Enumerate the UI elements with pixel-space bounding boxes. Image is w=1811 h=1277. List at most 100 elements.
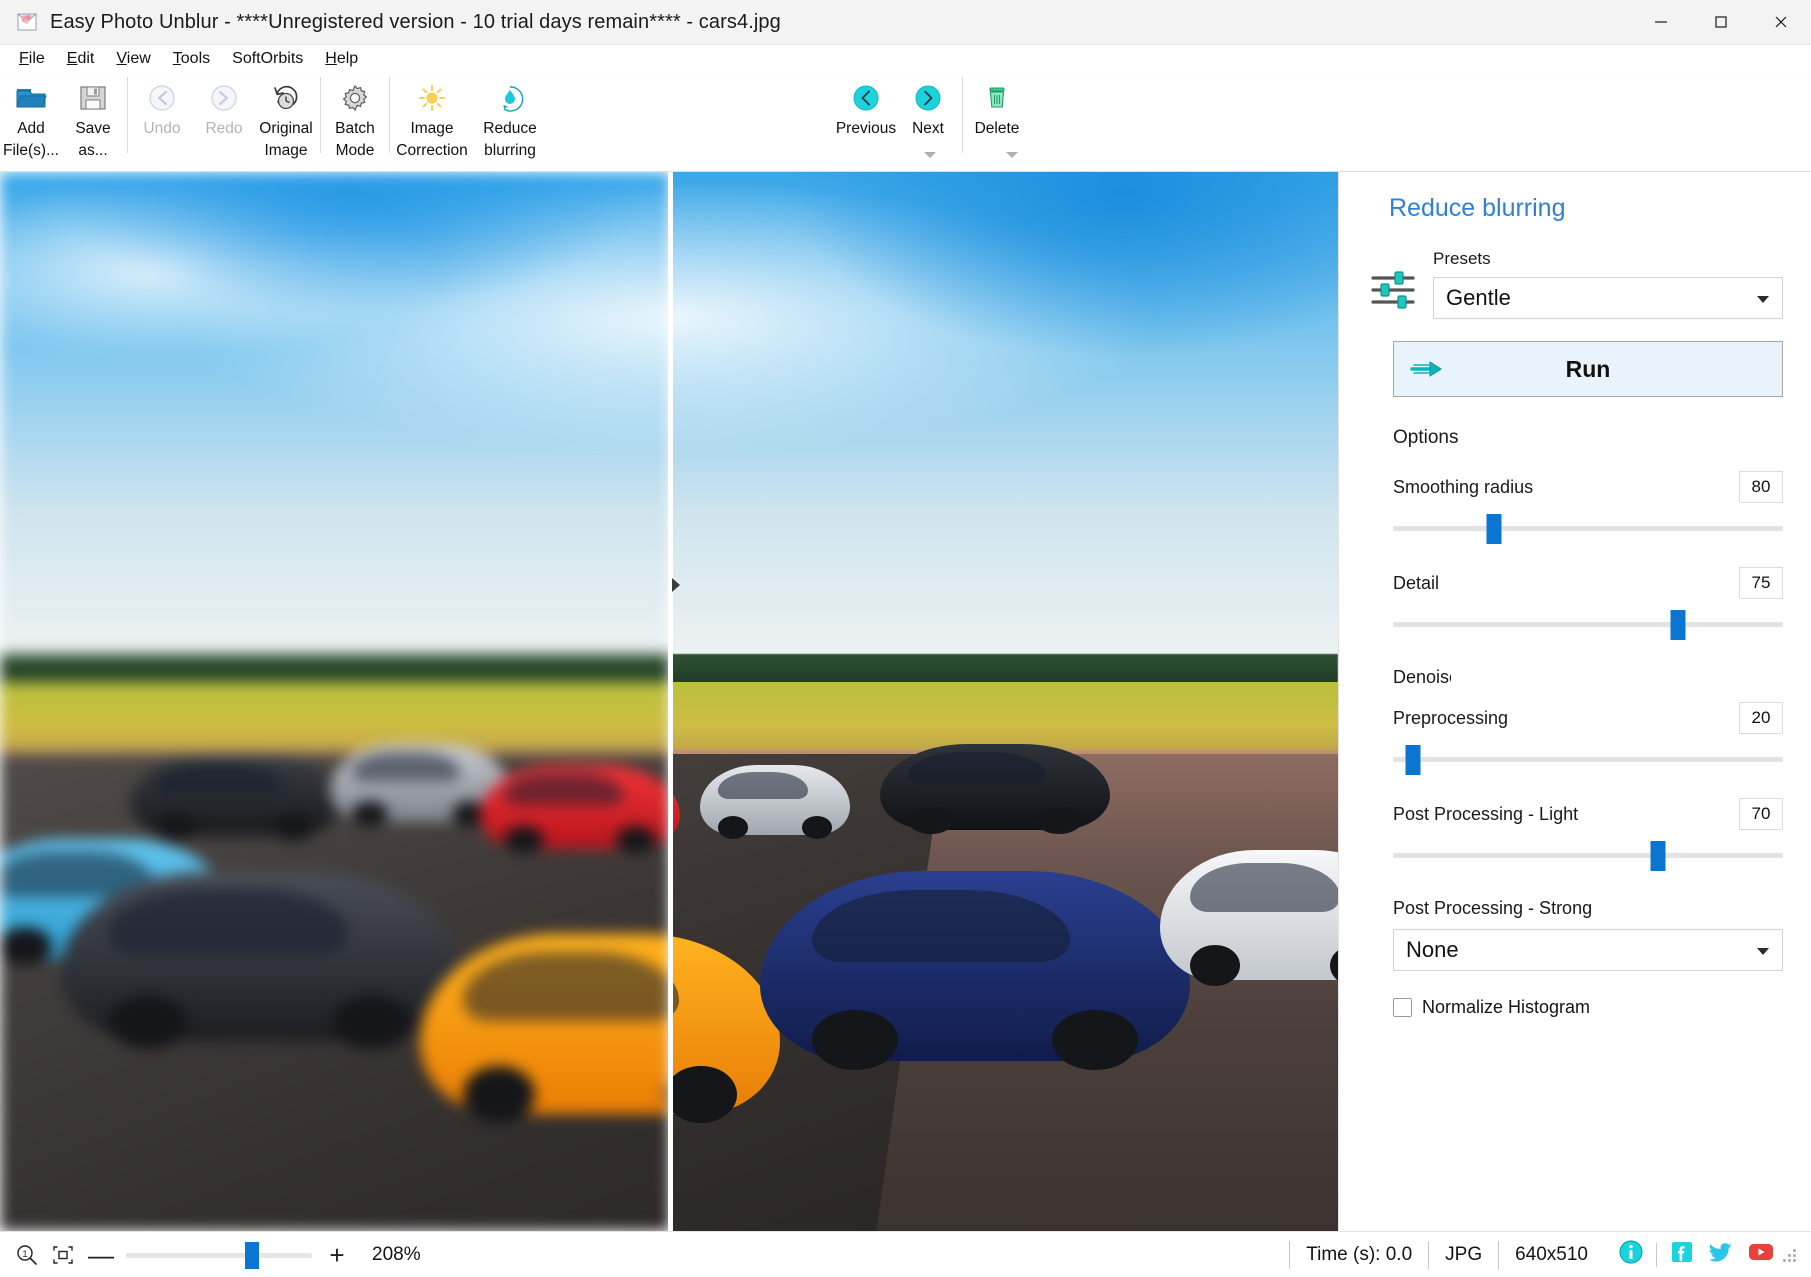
- toolbar-group-navigation: Previous Next: [835, 73, 1028, 163]
- next-circle-icon: [908, 81, 948, 115]
- option-smoothing-radius: Smoothing radius 80: [1393, 471, 1783, 545]
- toolbar-group-batch: Batch Mode: [324, 73, 386, 163]
- undo-arrow-icon: [142, 81, 182, 115]
- post-light-slider[interactable]: [1393, 838, 1783, 872]
- post-light-label: Post Processing - Light: [1393, 804, 1739, 825]
- status-bar: 1 — + 208% Time (s): 0.0 JPG 640x510: [0, 1231, 1811, 1277]
- info-icon[interactable]: [1618, 1239, 1644, 1270]
- add-files-button[interactable]: Add File(s)...: [0, 73, 62, 163]
- preprocessing-slider[interactable]: [1393, 742, 1783, 776]
- slider-rail: [1393, 622, 1783, 627]
- minimize-button[interactable]: [1631, 0, 1691, 45]
- slider-thumb[interactable]: [1487, 514, 1502, 544]
- window-title: Easy Photo Unblur - ****Unregistered ver…: [50, 11, 781, 34]
- image-viewer[interactable]: [0, 172, 1338, 1231]
- menu-edit[interactable]: Edit: [56, 47, 106, 71]
- zoom-in-button[interactable]: +: [320, 1240, 354, 1270]
- fit-to-window-icon[interactable]: [48, 1241, 78, 1269]
- sliders-preset-icon: [1367, 264, 1419, 316]
- preprocessing-value[interactable]: 20: [1739, 702, 1783, 734]
- toolbar-overflow-chevron-right[interactable]: [1005, 149, 1019, 161]
- toolbar-group-tools: Image Correction Reduce blurring: [393, 73, 549, 163]
- original-image-button[interactable]: Original Image: [255, 73, 317, 163]
- smoothing-radius-head: Smoothing radius 80: [1393, 471, 1783, 503]
- post-strong-value: None: [1406, 937, 1459, 963]
- zoom-out-button[interactable]: —: [84, 1240, 118, 1270]
- resize-grip[interactable]: [1783, 1247, 1799, 1263]
- photo-result: [672, 172, 1338, 1231]
- presets-label: Presets: [1433, 249, 1783, 269]
- menu-help[interactable]: Help: [314, 47, 369, 71]
- maximize-button[interactable]: [1691, 0, 1751, 45]
- save-as-button[interactable]: Save as...: [62, 73, 124, 163]
- preprocessing-label: Preprocessing: [1393, 708, 1739, 729]
- reduce-blurring-button[interactable]: Reduce blurring: [471, 73, 549, 163]
- menu-softorbits[interactable]: SoftOrbits: [221, 47, 314, 71]
- toolbar-group-file: Add File(s)... Save as...: [0, 73, 124, 163]
- before-after-splitter[interactable]: [668, 172, 673, 1231]
- menu-view[interactable]: View: [105, 47, 161, 71]
- smoothing-radius-slider[interactable]: [1393, 511, 1783, 545]
- post-light-head: Post Processing - Light 70: [1393, 798, 1783, 830]
- image-correction-button[interactable]: Image Correction: [393, 73, 471, 163]
- normalize-histogram-checkbox[interactable]: [1393, 998, 1412, 1017]
- close-button[interactable]: [1751, 0, 1811, 45]
- facebook-icon[interactable]: [1669, 1239, 1695, 1270]
- presets-select[interactable]: Gentle: [1433, 277, 1783, 319]
- unblurred-result-preview: [672, 172, 1338, 1231]
- gear-icon: [335, 81, 375, 115]
- zoom-slider-rail: [126, 1253, 312, 1258]
- smoothing-radius-value[interactable]: 80: [1739, 471, 1783, 503]
- original-image-label: Original Image: [259, 118, 312, 163]
- slider-rail: [1393, 526, 1783, 531]
- twitter-icon[interactable]: [1707, 1239, 1735, 1270]
- slider-thumb[interactable]: [1651, 841, 1666, 871]
- presets-row: Presets Gentle: [1367, 249, 1783, 319]
- next-button[interactable]: Next: [897, 73, 959, 140]
- smoothing-radius-label: Smoothing radius: [1393, 477, 1739, 498]
- add-files-label: Add File(s)...: [3, 118, 59, 163]
- zoom-slider[interactable]: [126, 1240, 312, 1270]
- app-window: Easy Photo Unblur - ****Unregistered ver…: [0, 0, 1811, 1277]
- batch-mode-button[interactable]: Batch Mode: [324, 73, 386, 163]
- youtube-icon[interactable]: [1747, 1241, 1775, 1268]
- post-light-value[interactable]: 70: [1739, 798, 1783, 830]
- splitter-handle-icon[interactable]: [672, 578, 680, 592]
- normalize-histogram-row[interactable]: Normalize Histogram: [1393, 997, 1783, 1018]
- reduce-blurring-panel: Reduce blurring Presets: [1338, 172, 1811, 1231]
- post-strong-label: Post Processing - Strong: [1393, 898, 1783, 919]
- image-stage: [0, 172, 1338, 1231]
- zoom-in-label: +: [329, 1242, 344, 1268]
- detail-label: Detail: [1393, 573, 1739, 594]
- window-controls: [1631, 0, 1811, 45]
- post-strong-select[interactable]: None: [1393, 929, 1783, 971]
- run-label: Run: [1394, 356, 1782, 383]
- options-header: Options: [1393, 427, 1783, 449]
- redo-arrow-icon: [204, 81, 244, 115]
- previous-button[interactable]: Previous: [835, 73, 897, 140]
- delete-button[interactable]: Delete: [966, 73, 1028, 140]
- preprocessing-head: Preprocessing 20: [1393, 702, 1783, 734]
- slider-thumb[interactable]: [1405, 745, 1420, 775]
- menu-file-label: ile: [29, 50, 45, 67]
- slider-thumb[interactable]: [1670, 610, 1685, 640]
- redo-button[interactable]: Redo: [193, 73, 255, 140]
- zoom-slider-thumb[interactable]: [245, 1242, 259, 1269]
- detail-slider[interactable]: [1393, 607, 1783, 641]
- undo-button[interactable]: Undo: [131, 73, 193, 140]
- menu-tools[interactable]: Tools: [162, 47, 221, 71]
- chevron-down-icon: [1757, 296, 1769, 303]
- menu-softorbits-label: SoftOrbits: [232, 50, 303, 67]
- menu-bar: File Edit View Tools SoftOrbits Help: [0, 45, 1811, 73]
- clock-revert-icon: [266, 81, 306, 115]
- denoise-group-label: Denoise: [1393, 667, 1451, 688]
- file-format: JPG: [1428, 1241, 1498, 1269]
- sun-brightness-icon: [412, 81, 452, 115]
- run-button[interactable]: Run: [1393, 341, 1783, 397]
- normalize-histogram-label: Normalize Histogram: [1422, 997, 1590, 1018]
- zoom-percentage: 208%: [372, 1244, 421, 1266]
- detail-value[interactable]: 75: [1739, 567, 1783, 599]
- photo-original: [0, 172, 670, 1231]
- menu-file[interactable]: File: [8, 47, 56, 71]
- magnifier-one-icon[interactable]: 1: [12, 1241, 42, 1269]
